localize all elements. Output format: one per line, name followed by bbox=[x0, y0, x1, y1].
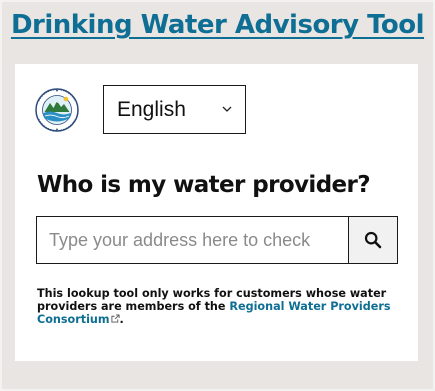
lookup-question-heading: Who is my water provider? bbox=[37, 172, 371, 198]
consortium-logo-icon bbox=[35, 88, 79, 132]
search-button[interactable] bbox=[348, 217, 397, 263]
address-search-input[interactable] bbox=[37, 217, 348, 263]
disclaimer-end: . bbox=[119, 313, 124, 326]
chevron-down-icon bbox=[222, 106, 232, 112]
lookup-card: English Who is my water provider? This l… bbox=[15, 64, 418, 361]
lookup-disclaimer: This lookup tool only works for customer… bbox=[37, 287, 397, 326]
search-icon bbox=[364, 231, 382, 249]
page-title[interactable]: Drinking Water Advisory Tool bbox=[0, 10, 435, 40]
external-link-icon bbox=[110, 314, 120, 323]
language-select[interactable]: English bbox=[103, 85, 246, 134]
language-selected-label: English bbox=[117, 97, 186, 121]
address-search bbox=[36, 216, 398, 264]
